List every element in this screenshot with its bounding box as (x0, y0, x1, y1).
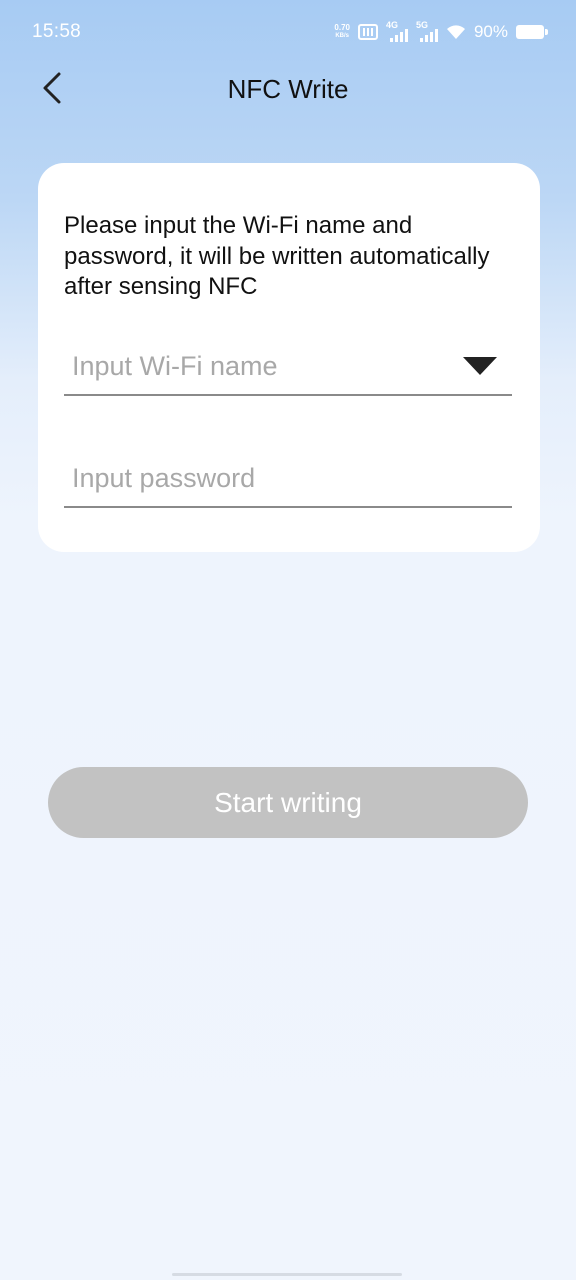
start-writing-button[interactable]: Start writing (48, 767, 528, 838)
home-indicator[interactable] (172, 1273, 402, 1276)
wifi-form-card: Please input the Wi-Fi name and password… (38, 163, 540, 552)
status-icons: 0.70 KB/s 4G 5G 90% (334, 20, 548, 43)
wifi-icon (446, 25, 465, 39)
sim-icon (357, 24, 378, 40)
dropdown-triangle-icon[interactable] (462, 356, 498, 376)
page-title: NFC Write (227, 74, 349, 104)
password-input[interactable] (72, 458, 452, 498)
battery-percent: 90% (473, 22, 508, 41)
instruction-text: Please input the Wi-Fi name and password… (64, 212, 490, 300)
network-speed-unit: KB/s (335, 33, 350, 39)
status-bar: 15:58 0.70 KB/s 4G 5G 90% (0, 0, 576, 64)
signal-4g-icon: 4G (386, 20, 408, 42)
battery-icon (516, 25, 548, 39)
wifi-name-input[interactable] (72, 346, 452, 386)
status-time: 15:58 (32, 21, 82, 42)
password-field (64, 446, 512, 508)
signal-5g-icon: 5G (416, 20, 438, 42)
wifi-name-field (64, 334, 512, 396)
network-speed-value: 0.70 (334, 23, 350, 32)
network-speed: 0.70 KB/s (334, 24, 350, 40)
